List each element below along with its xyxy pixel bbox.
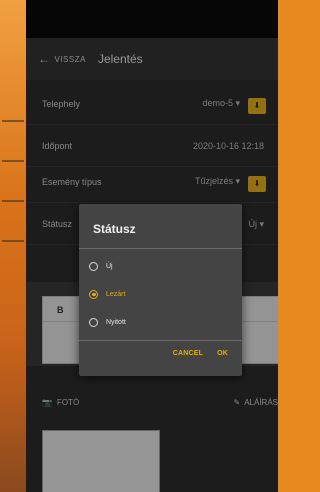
radio-option-nyitott[interactable]: Nyitott [89, 312, 126, 332]
radio-selected-icon [89, 289, 98, 299]
dialog-title: Státusz [93, 222, 136, 236]
cancel-button[interactable]: CANCEL [173, 350, 203, 357]
app-window: ← VISSZA Jelentés Telephely demo-5 ▾ ⬇ I… [26, 0, 278, 492]
dialog-divider [79, 248, 242, 249]
option-label: Nyitott [106, 318, 126, 326]
dialog-divider [79, 340, 242, 341]
ok-button[interactable]: OK [217, 350, 228, 357]
radio-icon [89, 317, 98, 327]
radio-option-uj[interactable]: Új [89, 256, 113, 276]
radio-option-lezart[interactable]: Lezárt [89, 284, 125, 304]
background-photo-strip [0, 0, 26, 492]
dialog-actions: CANCEL OK [173, 350, 228, 357]
radio-icon [89, 261, 98, 271]
option-label: Új [106, 262, 113, 270]
option-label: Lezárt [106, 290, 126, 298]
status-dialog: Státusz Új Lezárt Nyitott CANCEL OK [79, 204, 242, 376]
